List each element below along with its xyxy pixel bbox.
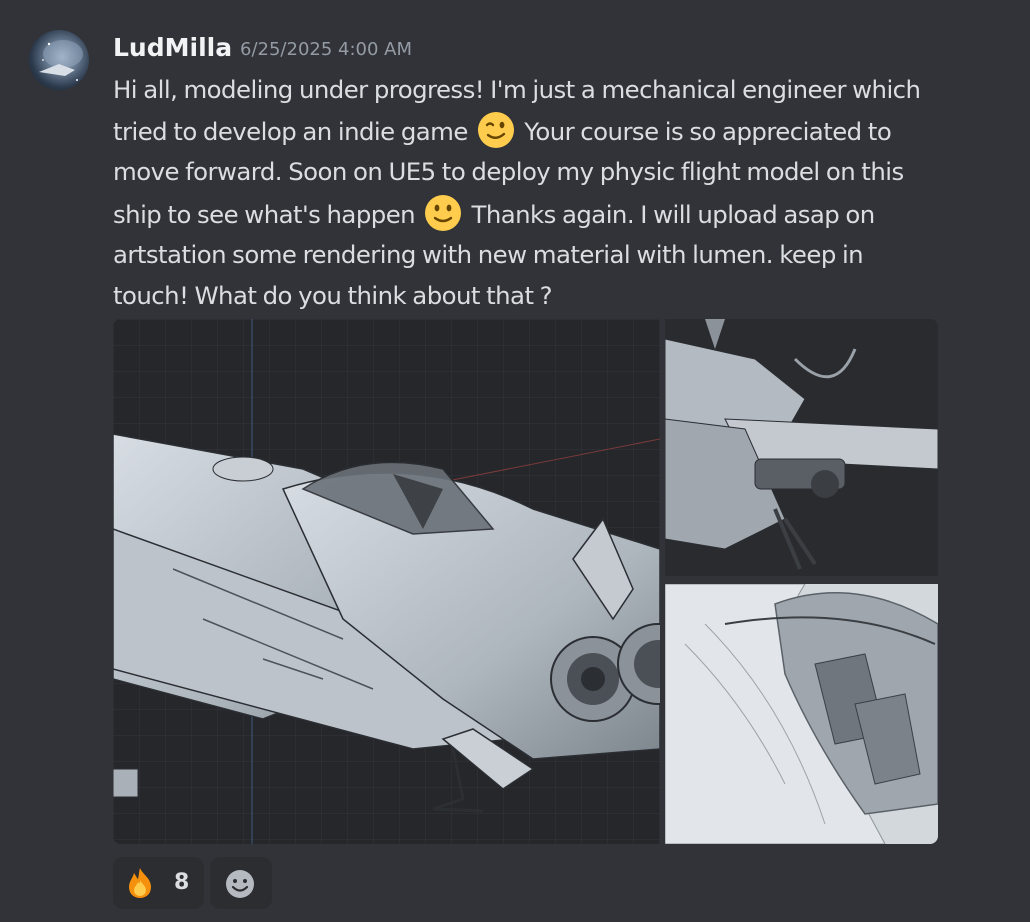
image-gallery: [113, 319, 938, 844]
chat-message: LudMilla 6/25/2025 4:00 AM Hi all, model…: [0, 0, 1030, 922]
winking-face-emoji-icon[interactable]: [476, 110, 516, 150]
cockpit-render-image: [665, 584, 938, 844]
reaction-count: 8: [174, 870, 190, 895]
avatar[interactable]: [29, 30, 89, 90]
username[interactable]: LudMilla: [113, 31, 232, 65]
attachment-main[interactable]: [113, 319, 660, 844]
message-text-line: Hi all, modeling under progress! I'm jus…: [113, 69, 1008, 110]
message-text: touch! What do you think about that ?: [113, 280, 553, 310]
message-timestamp: 6/25/2025 4:00 AM: [240, 39, 413, 60]
message-text-line: ship to see what's happen Thanks again. …: [113, 193, 1008, 234]
message-text: move forward. Soon on UE5 to deploy my p…: [113, 157, 904, 187]
message-text-line: move forward. Soon on UE5 to deploy my p…: [113, 151, 1008, 192]
message-text-line: touch! What do you think about that ?: [113, 275, 1008, 316]
add-reaction-icon: [226, 870, 254, 898]
slightly-smiling-face-emoji-icon[interactable]: [423, 193, 463, 233]
message-text: ship to see what's happen: [113, 199, 422, 229]
message-text: Hi all, modeling under progress! I'm jus…: [113, 75, 921, 104]
message-text: tried to develop an indie game: [113, 117, 475, 147]
message-text-line: tried to develop an indie game Your cour…: [113, 110, 1008, 151]
add-reaction-button[interactable]: [210, 857, 272, 909]
attachment-top-right[interactable]: [665, 319, 938, 576]
message-text-line: artstation some rendering with new mater…: [113, 234, 1008, 275]
reaction-fire[interactable]: 8: [113, 857, 204, 909]
message-text: Thanks again. I will upload asap on: [465, 199, 875, 229]
message-text: Your course is so appreciated to: [518, 117, 892, 147]
landing-gear-render-image: [665, 319, 938, 576]
attachment-bottom-right[interactable]: [665, 584, 938, 844]
message-text: artstation some rendering with new mater…: [113, 239, 864, 269]
spaceship-render-image: [113, 319, 660, 844]
message-content: Hi all, modeling under progress! I'm jus…: [113, 69, 1008, 316]
fire-emoji-icon: [129, 868, 151, 898]
space-scene-avatar-icon: [39, 40, 83, 81]
